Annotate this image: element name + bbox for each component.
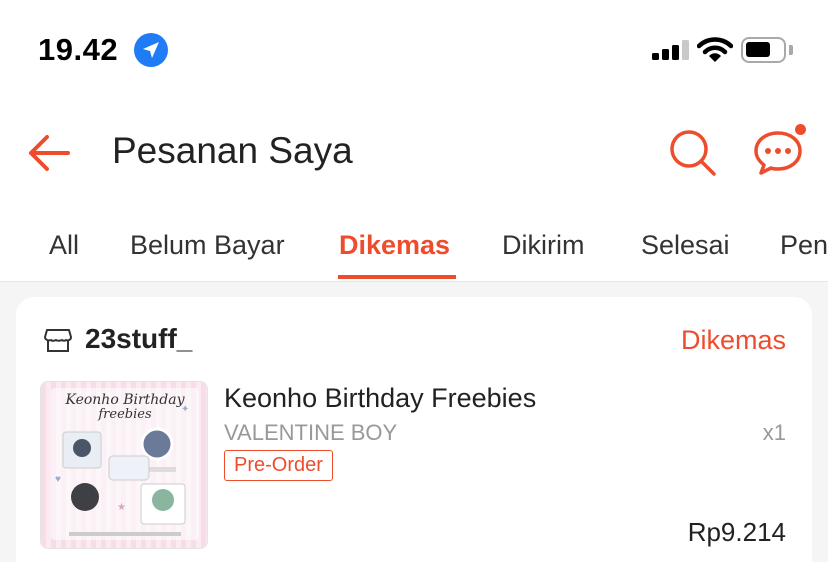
battery-cap <box>789 45 793 55</box>
product-quantity: x1 <box>762 420 786 445</box>
tab-pengembalian[interactable]: Pen <box>780 230 828 261</box>
tab-belum-bayar[interactable]: Belum Bayar <box>130 230 285 261</box>
tab-dikemas[interactable]: Dikemas <box>339 230 450 261</box>
pre-order-badge: Pre-Order <box>224 450 333 481</box>
thumbnail-title-line1: Keonho Birthday <box>64 392 185 408</box>
product-name[interactable]: Keonho Birthday Freebies <box>224 383 536 414</box>
page-title: Pesanan Saya <box>112 130 353 171</box>
cellular-signal-icon <box>652 40 690 60</box>
wifi-icon <box>696 37 734 68</box>
battery-icon <box>741 37 786 63</box>
thumbnail-title-line2: freebies <box>97 407 152 422</box>
order-status-tabs: All Belum Bayar Dikemas Dikirim Selesai … <box>0 225 828 281</box>
location-arrow-icon <box>134 33 168 67</box>
product-variant: VALENTINE BOY <box>224 420 398 445</box>
chat-notification-dot <box>793 122 808 137</box>
tab-dikirim[interactable]: Dikirim <box>502 230 584 261</box>
shop-name[interactable]: 23stuff_ <box>85 323 192 355</box>
header-divider <box>0 281 828 282</box>
product-price: Rp9.214 <box>687 517 786 547</box>
battery-level <box>746 42 770 57</box>
svg-text:★: ★ <box>117 502 126 513</box>
store-icon <box>44 327 72 358</box>
status-time: 19.42 <box>38 32 119 67</box>
back-arrow-icon[interactable] <box>26 130 72 181</box>
product-thumbnail[interactable]: Keonho Birthday freebies ✦ ♥ ★ <box>40 381 208 549</box>
active-tab-indicator <box>338 275 456 279</box>
tab-selesai[interactable]: Selesai <box>641 230 730 261</box>
tab-all[interactable]: All <box>49 230 79 261</box>
svg-text:♥: ♥ <box>55 474 61 485</box>
search-icon[interactable] <box>668 128 718 183</box>
svg-text:✦: ✦ <box>181 404 189 415</box>
order-status-label: Dikemas <box>680 325 786 355</box>
